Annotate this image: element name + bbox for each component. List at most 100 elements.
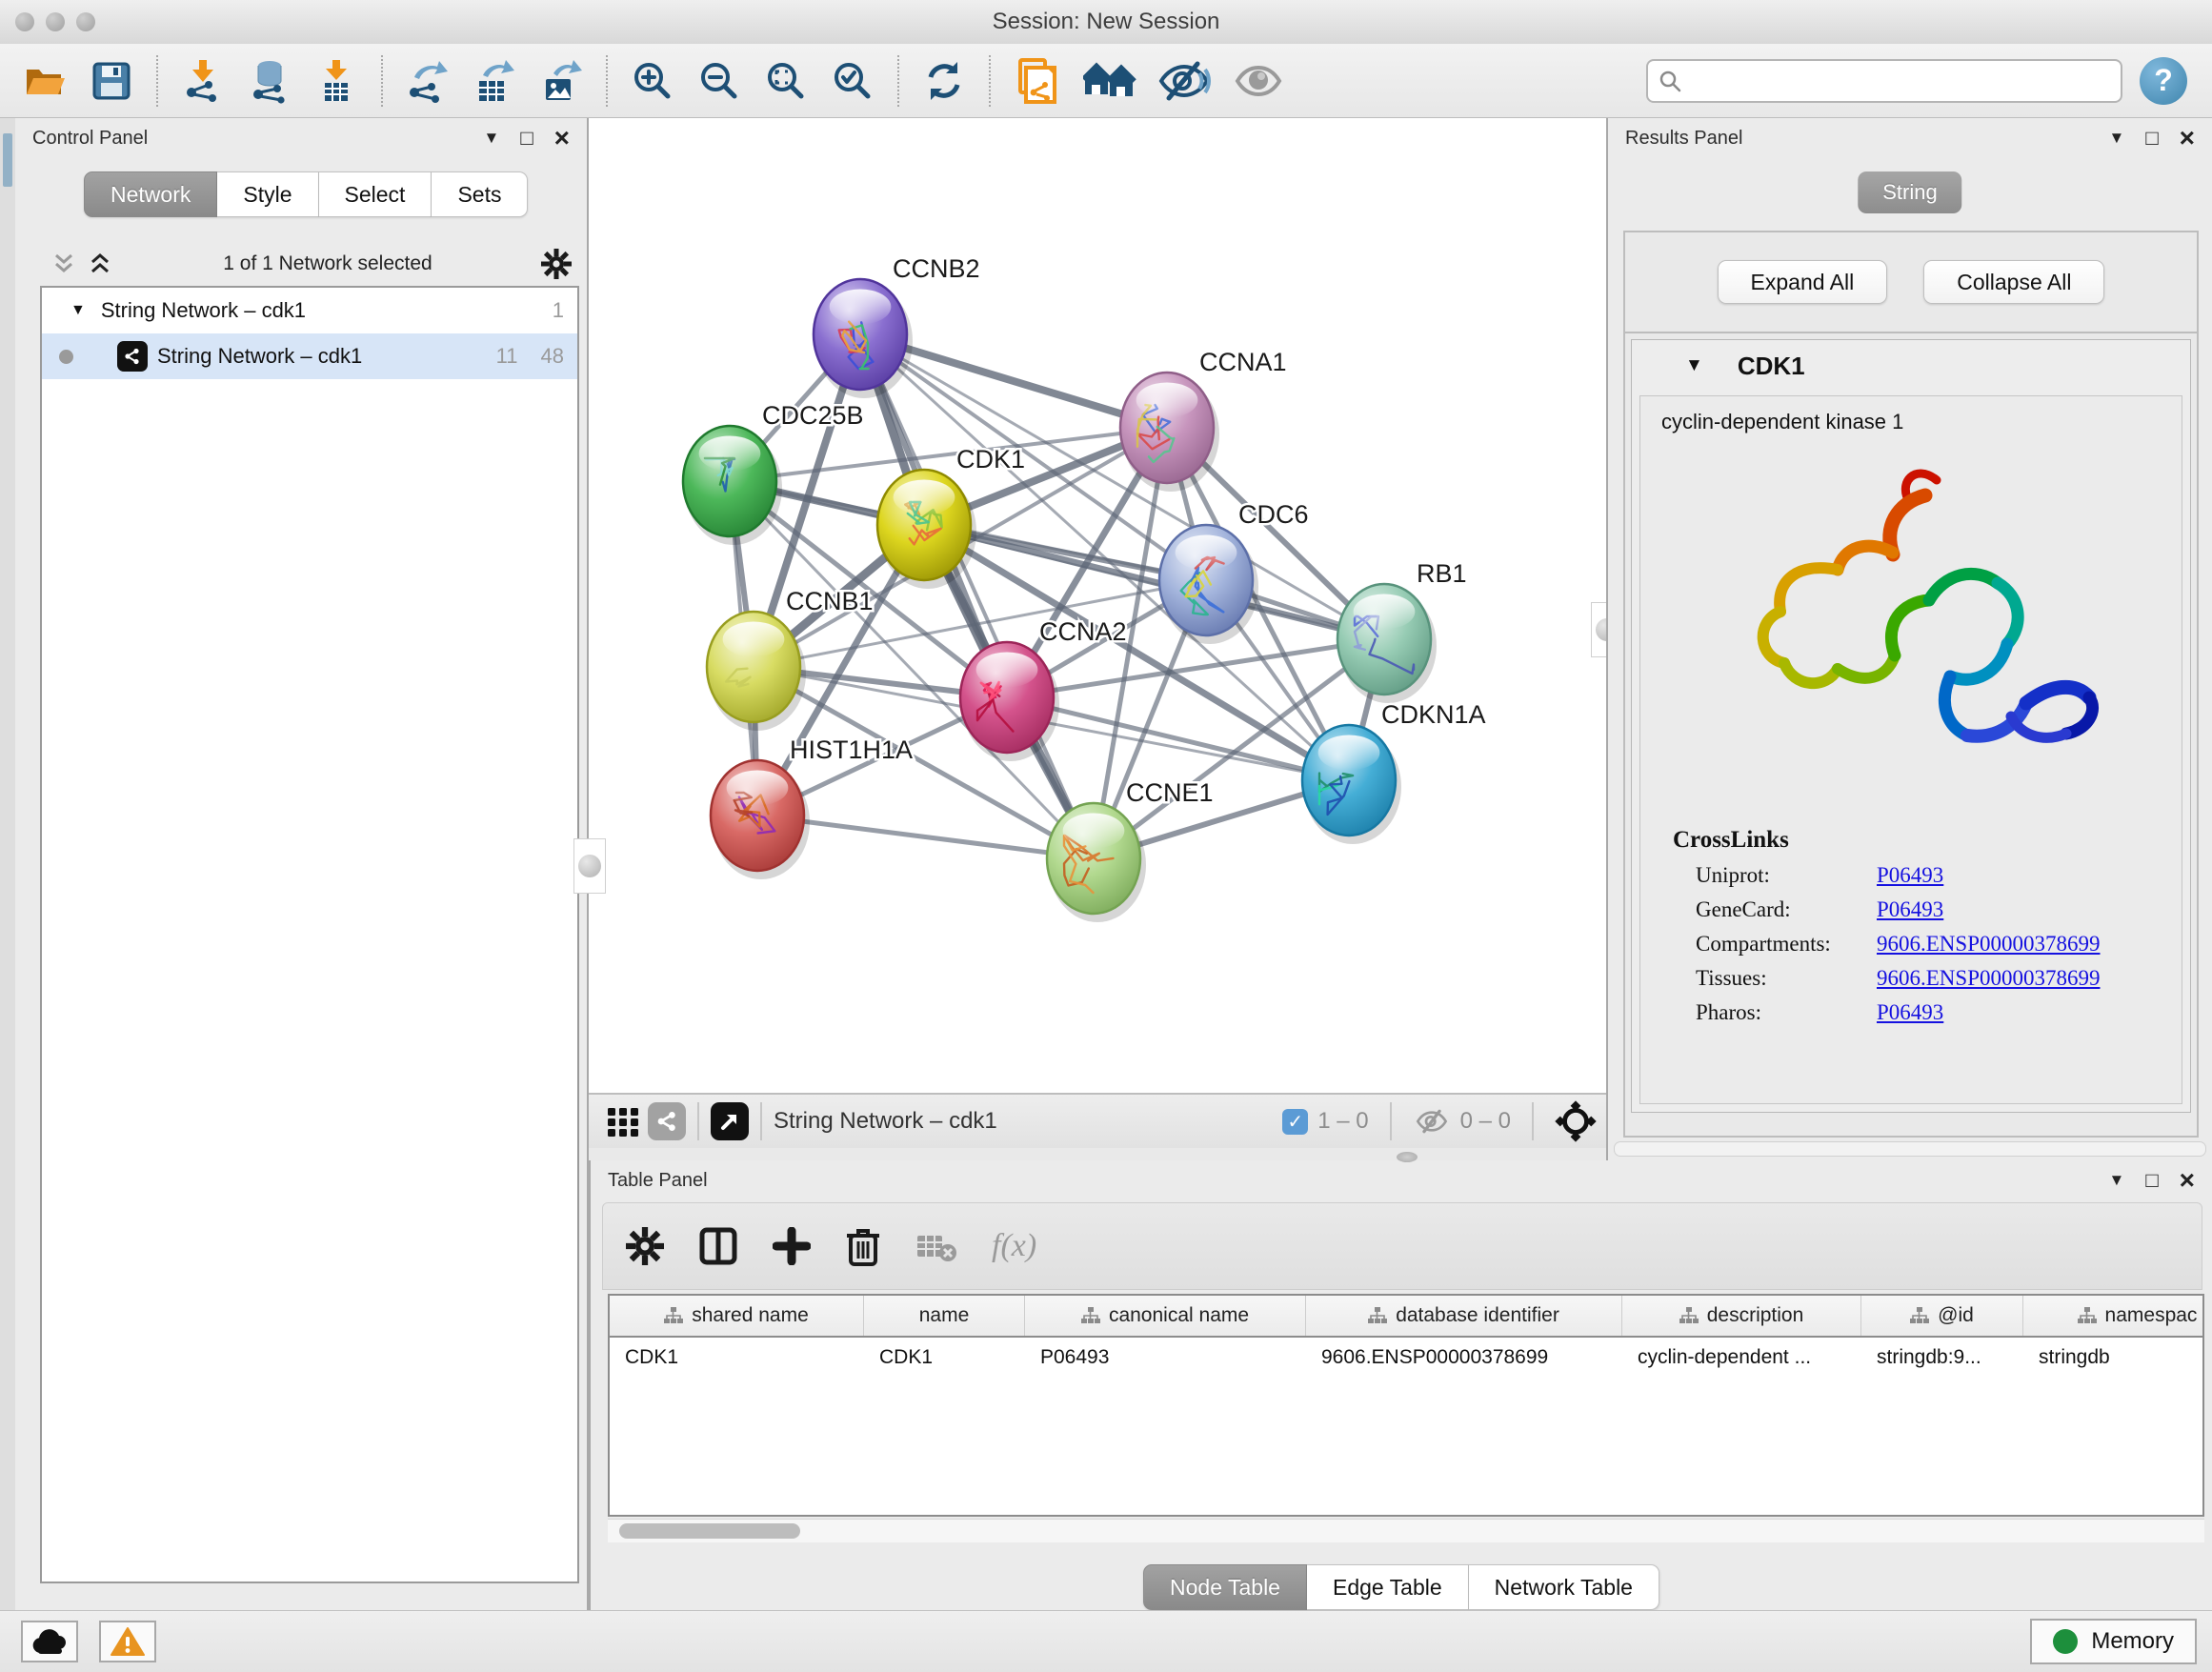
help-button[interactable]: ? [2140, 57, 2187, 105]
refresh-layout-button[interactable] [919, 56, 969, 106]
cloud-button[interactable] [21, 1621, 78, 1662]
table-cell[interactable]: CDK1 [864, 1338, 1025, 1378]
grid-view-icon[interactable] [606, 1104, 640, 1138]
tab-node-table[interactable]: Node Table [1143, 1564, 1307, 1610]
network-edge[interactable] [860, 334, 1094, 858]
network-node-HIST1H1A[interactable]: HIST1H1A [711, 735, 913, 879]
tab-string[interactable]: String [1858, 171, 1961, 213]
column-header-description[interactable]: description [1622, 1296, 1861, 1336]
network-collection-row[interactable]: ▼ String Network – cdk1 1 [42, 288, 577, 333]
hide-selected-eye-button[interactable] [1156, 56, 1213, 106]
home-houses-button[interactable] [1081, 56, 1138, 106]
save-session-button[interactable] [87, 56, 136, 106]
navigator-crosshair-icon[interactable] [1555, 1100, 1597, 1142]
scrollbar-thumb[interactable] [619, 1523, 800, 1539]
gene-section-header[interactable]: ▼ CDK1 [1632, 340, 2190, 392]
gene-name: CDK1 [1738, 352, 1805, 381]
expand-all-chevrons-icon[interactable] [86, 250, 114, 278]
network-node-RB1[interactable]: RB1 [1337, 559, 1467, 703]
show-all-eye-button[interactable] [1230, 56, 1287, 106]
column-header-@id[interactable]: @id [1861, 1296, 2023, 1336]
crosslink-link[interactable]: P06493 [1877, 1000, 1943, 1025]
left-splitter-grip[interactable] [573, 838, 606, 894]
search-input[interactable] [1690, 68, 2111, 94]
column-header-name[interactable]: name [864, 1296, 1025, 1336]
panel-menu-icon[interactable]: ▼ [2109, 1171, 2125, 1190]
crosslink-link[interactable]: 9606.ENSP00000378699 [1877, 966, 2101, 991]
import-network-database-button[interactable] [245, 56, 294, 106]
dock-grip[interactable] [3, 133, 12, 187]
add-column-plus-icon[interactable] [773, 1227, 811, 1265]
column-header-database-identifier[interactable]: database identifier [1306, 1296, 1622, 1336]
tab-style[interactable]: Style [217, 171, 318, 217]
import-network-file-button[interactable] [178, 56, 228, 106]
table-cell[interactable]: P06493 [1025, 1338, 1306, 1378]
panel-float-icon[interactable]: □ [2145, 128, 2158, 149]
table-cell[interactable]: stringdb:9... [1861, 1338, 2023, 1378]
zoom-selected-button[interactable] [828, 56, 877, 106]
export-image-button[interactable] [536, 56, 586, 106]
panel-close-icon[interactable]: × [2180, 125, 2195, 151]
crosslink-link[interactable]: P06493 [1877, 863, 1943, 888]
table-cell[interactable]: CDK1 [610, 1338, 864, 1378]
network-node-CDKN1A[interactable]: CDKN1A [1302, 700, 1486, 844]
table-cell[interactable]: stringdb [2023, 1338, 2204, 1378]
toolbar-search[interactable] [1646, 59, 2122, 103]
table-settings-gear-icon[interactable] [626, 1227, 664, 1265]
zoom-fit-button[interactable] [761, 56, 811, 106]
network-node-CCNE1[interactable]: CCNE1 [1047, 778, 1214, 922]
section-expand-icon[interactable]: ▼ [1685, 355, 1703, 376]
tab-edge-table[interactable]: Edge Table [1307, 1564, 1469, 1610]
table-horizontal-scrollbar[interactable] [608, 1519, 2204, 1542]
import-table-file-button[interactable] [312, 56, 361, 106]
birdseye-view-button[interactable] [711, 1102, 749, 1140]
table-row[interactable]: CDK1CDK1P064939606.ENSP00000378699cyclin… [610, 1338, 2202, 1378]
crosslink-label: GeneCard: [1696, 897, 1877, 922]
collection-expand-icon[interactable]: ▼ [70, 302, 86, 319]
delete-column-trash-icon[interactable] [845, 1226, 881, 1266]
collapse-all-button[interactable]: Collapse All [1923, 260, 2104, 304]
share-network-button[interactable] [648, 1102, 686, 1140]
network-node-CDK1[interactable]: CDK1 [877, 445, 1025, 589]
column-header-shared-name[interactable]: shared name [610, 1296, 864, 1336]
collapse-all-chevrons-icon[interactable] [50, 250, 78, 278]
selected-checkbox-icon[interactable]: ✓ [1282, 1109, 1308, 1135]
network-node-CCNB2[interactable]: CCNB2 [814, 254, 980, 398]
cloud-icon [30, 1628, 69, 1655]
tab-sets[interactable]: Sets [432, 171, 528, 217]
table-cell[interactable]: cyclin-dependent ... [1622, 1338, 1861, 1378]
column-header-namespac[interactable]: namespac [2023, 1296, 2204, 1336]
panel-close-icon[interactable]: × [2180, 1167, 2195, 1194]
panel-float-icon[interactable]: □ [520, 128, 533, 149]
network-canvas[interactable]: CCNB2CCNA1CDC25BCDK1CDC6RB1CCNB1CCNA2CDK… [589, 118, 1606, 1093]
zoom-out-button[interactable] [694, 56, 744, 106]
memory-button[interactable]: Memory [2030, 1619, 2197, 1664]
expand-all-button[interactable]: Expand All [1718, 260, 1888, 304]
tab-select[interactable]: Select [319, 171, 432, 217]
panel-menu-icon[interactable]: ▼ [484, 129, 500, 148]
footer-separator [1390, 1102, 1392, 1140]
tab-network-table[interactable]: Network Table [1469, 1564, 1659, 1610]
warnings-button[interactable] [99, 1621, 156, 1662]
network-node-CDC25B[interactable]: CDC25B [683, 401, 864, 545]
horizontal-splitter-grip[interactable] [1397, 1152, 1418, 1162]
column-header-canonical-name[interactable]: canonical name [1025, 1296, 1306, 1336]
crosslink-link[interactable]: P06493 [1877, 897, 1943, 922]
export-network-button[interactable] [403, 56, 452, 106]
panel-float-icon[interactable]: □ [2145, 1170, 2158, 1191]
results-scrollbar[interactable] [1614, 1141, 2206, 1157]
open-session-button[interactable] [20, 56, 70, 106]
tab-network[interactable]: Network [84, 171, 217, 217]
panel-menu-icon[interactable]: ▼ [2109, 129, 2125, 148]
table-cell[interactable]: 9606.ENSP00000378699 [1306, 1338, 1622, 1378]
network-row[interactable]: String Network – cdk1 11 48 [42, 333, 577, 379]
gear-icon[interactable] [541, 249, 572, 279]
panel-close-icon[interactable]: × [554, 125, 570, 151]
zoom-in-button[interactable] [628, 56, 677, 106]
string-app-button[interactable] [1011, 54, 1064, 108]
diagonal-arrow-icon [718, 1110, 741, 1133]
network-node-CCNA1[interactable]: CCNA1 [1120, 348, 1287, 492]
export-table-button[interactable] [470, 56, 519, 106]
show-columns-icon[interactable] [698, 1226, 738, 1266]
crosslink-link[interactable]: 9606.ENSP00000378699 [1877, 932, 2101, 957]
